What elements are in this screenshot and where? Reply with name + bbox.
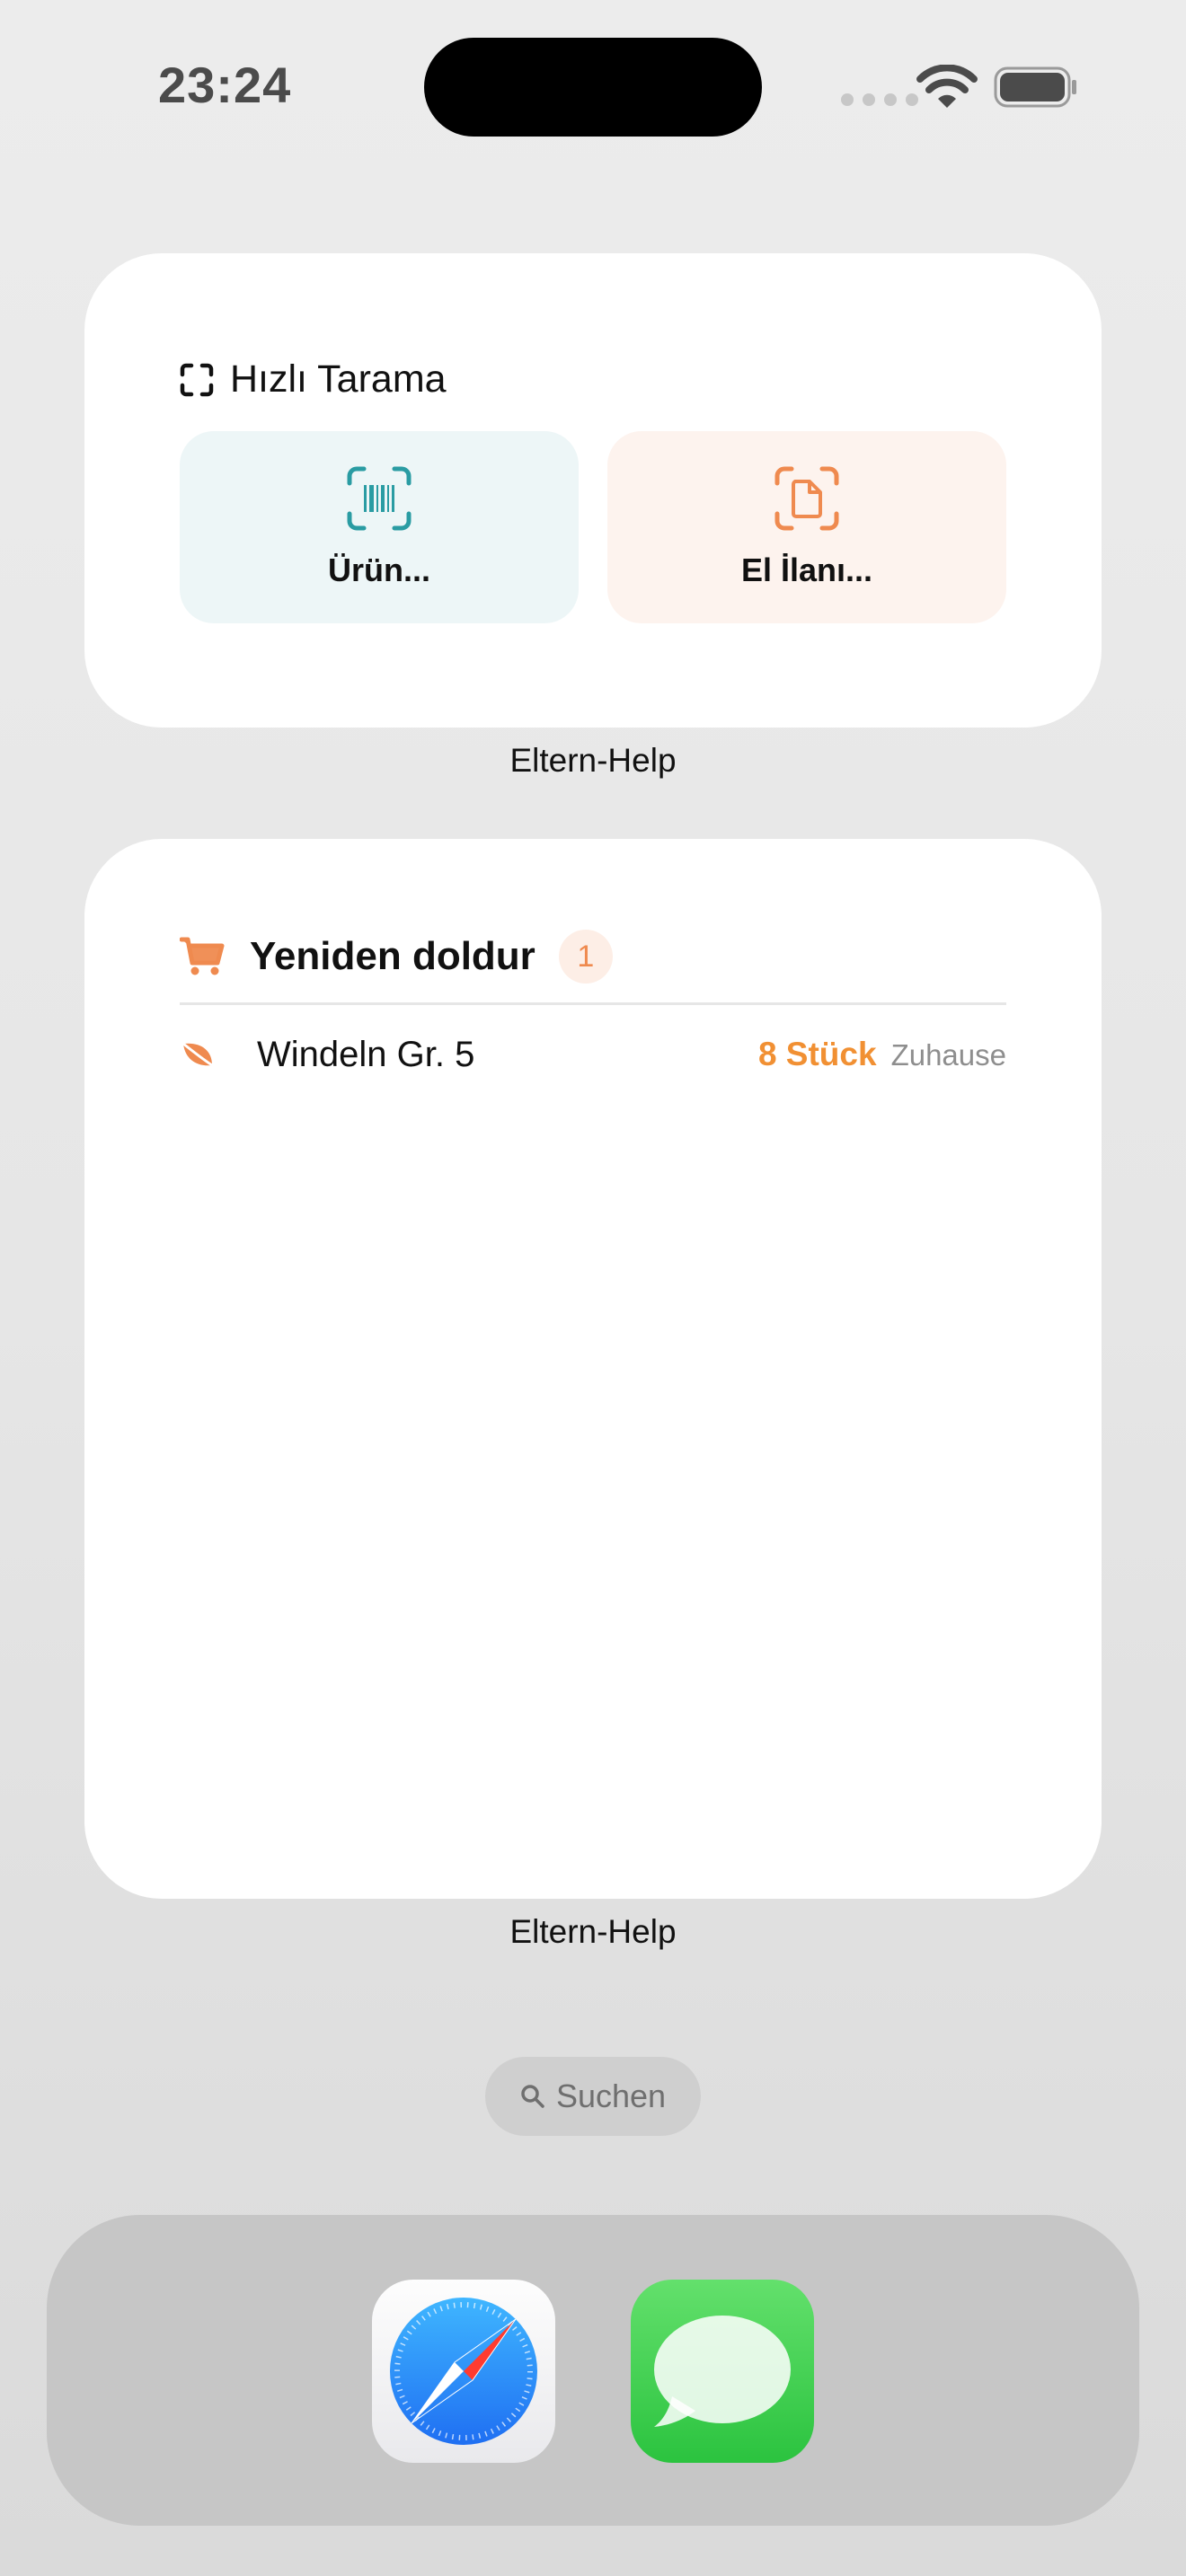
refill-widget[interactable]: Yeniden doldur 1 Windeln Gr. 5 8 Stück Z… bbox=[84, 839, 1102, 1899]
search-icon bbox=[521, 2085, 544, 2108]
item-name: Windeln Gr. 5 bbox=[257, 1034, 475, 1074]
quick-scan-header: Hızlı Tarama bbox=[180, 357, 447, 401]
shopping-cart-icon bbox=[180, 937, 225, 975]
list-item[interactable]: Windeln Gr. 5 8 Stück Zuhause bbox=[180, 1028, 1006, 1081]
divider bbox=[180, 1002, 1006, 1005]
item-quantity: 8 Stück bbox=[757, 1036, 877, 1072]
messages-app[interactable] bbox=[631, 2280, 814, 2463]
widget-caption: Eltern-Help bbox=[509, 742, 677, 779]
safari-app[interactable] bbox=[372, 2280, 555, 2463]
safari-icon bbox=[390, 2298, 537, 2445]
scan-flyer-button[interactable]: El İlanı... bbox=[607, 431, 1006, 623]
dynamic-island bbox=[424, 38, 762, 137]
refill-header: Yeniden doldur 1 bbox=[180, 925, 613, 988]
scan-flyer-label: El İlanı... bbox=[740, 551, 873, 588]
dock bbox=[47, 2215, 1139, 2526]
quick-scan-widget[interactable]: Hızlı Tarama Ürün... El İlanı... bbox=[84, 253, 1102, 728]
quick-scan-title: Hızlı Tarama bbox=[230, 357, 447, 401]
widget-caption: Eltern-Help bbox=[509, 1913, 677, 1950]
document-scan-icon bbox=[774, 466, 839, 531]
messages-icon bbox=[654, 2316, 791, 2427]
scan-product-label: Ürün... bbox=[328, 551, 430, 588]
battery-icon bbox=[994, 66, 1076, 108]
status-time: 23:24 bbox=[158, 57, 292, 113]
search-label: Suchen bbox=[555, 2078, 667, 2114]
wifi-icon bbox=[916, 65, 978, 108]
scan-product-button[interactable]: Ürün... bbox=[180, 431, 579, 623]
leaf-icon bbox=[182, 1042, 213, 1067]
refill-title: Yeniden doldur bbox=[250, 934, 535, 978]
scan-frame-icon bbox=[180, 363, 214, 396]
cellular-signal-icon bbox=[841, 93, 918, 106]
refill-count-badge: 1 bbox=[558, 930, 613, 984]
spotlight-search-button[interactable]: Suchen bbox=[485, 2057, 701, 2136]
item-location: Zuhause bbox=[890, 1038, 1006, 1072]
barcode-scan-icon bbox=[347, 466, 412, 531]
